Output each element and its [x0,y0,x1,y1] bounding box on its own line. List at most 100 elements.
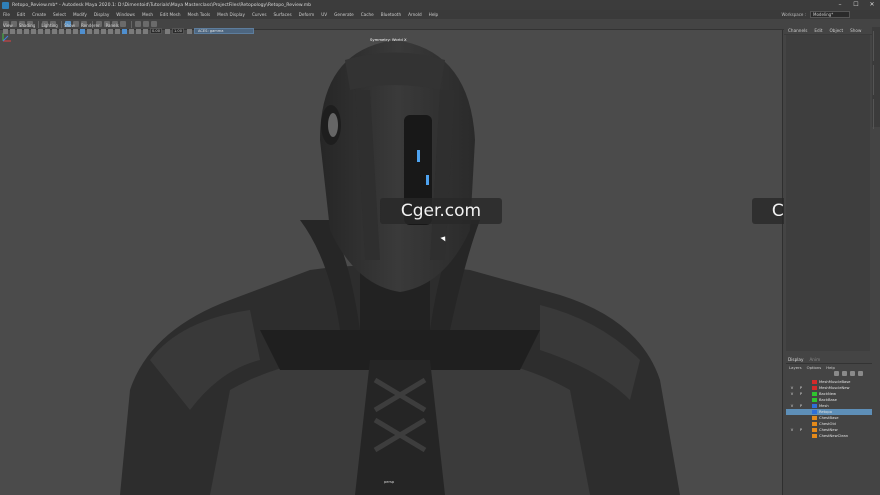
maximize-button[interactable]: ☐ [848,0,864,10]
channel-box[interactable] [786,35,870,351]
layer-menu-options[interactable]: Options [807,365,822,370]
menu-file[interactable]: File [3,12,10,17]
select-camera-icon[interactable] [3,28,8,34]
layer-playback-toggle[interactable]: P [798,386,804,390]
move-layer-up-icon[interactable] [834,371,839,376]
layer-color-swatch[interactable] [812,434,817,438]
layer-color-swatch[interactable] [812,404,817,408]
gamma-icon[interactable] [165,28,170,34]
tab-channel-box[interactable] [873,31,879,61]
view-transform-dropdown[interactable]: ACES: gamma [194,28,254,34]
xray-joints-icon[interactable] [136,28,141,34]
smooth-shade-icon[interactable] [80,28,85,34]
menu-generate[interactable]: Generate [334,12,354,17]
layer-color-swatch[interactable] [812,422,817,426]
layer-color-swatch[interactable] [812,428,817,432]
new-layer-from-selection-icon[interactable] [858,371,863,376]
menu-mesh-tools[interactable]: Mesh Tools [188,12,211,17]
default-material-icon[interactable] [87,28,92,34]
tab-display[interactable]: Display [788,357,803,362]
layer-color-swatch[interactable] [812,392,817,396]
gamma-field[interactable]: 1.00 [172,28,184,34]
layer-editor-menu: Layers Options Help [786,364,872,371]
menu-help[interactable]: Help [429,12,439,17]
menu-mesh[interactable]: Mesh [142,12,153,17]
layer-menu-layers[interactable]: Layers [789,365,802,370]
exposure-field[interactable]: 0.00 [150,28,162,34]
image-plane-icon[interactable] [24,28,29,34]
channel-box-menu: Channels Edit Object Show [784,27,872,35]
layer-color-swatch[interactable] [812,380,817,384]
layer-name: Mesh [819,404,829,408]
gate-mask-icon[interactable] [52,28,57,34]
title-bar: Retopo_Review.mb* - Autodesk Maya 2020.1… [0,0,880,10]
layer-visibility-toggle[interactable]: V [789,392,795,396]
menu-uv[interactable]: UV [321,12,327,17]
layer-visibility-toggle[interactable]: V [789,428,795,432]
channel-box-menu-show[interactable]: Show [850,28,861,33]
menu-edit-mesh[interactable]: Edit Mesh [160,12,180,17]
window-controls: – ☐ ✕ [832,0,880,10]
menu-display[interactable]: Display [94,12,109,17]
resolution-gate-icon[interactable] [45,28,50,34]
menu-arnold[interactable]: Arnold [408,12,422,17]
menu-windows[interactable]: Windows [116,12,135,17]
camera-name-hud: persp [384,480,395,484]
textured-icon[interactable] [94,28,99,34]
workspace-dropdown[interactable]: Modeling* [810,11,850,18]
workspace-selector: Workspace : Modeling* [782,11,850,18]
isolate-select-icon[interactable] [122,28,127,34]
layer-visibility-toggle[interactable]: V [789,386,795,390]
symmetry-hud: Symmetry: World X [370,37,407,42]
channel-box-menu-channels[interactable]: Channels [788,28,807,33]
lights-icon[interactable] [101,28,106,34]
viewport-3d[interactable]: Symmetry: World X persp [0,30,783,495]
safe-action-icon[interactable] [66,28,71,34]
exposure-icon[interactable] [143,28,148,34]
film-gate-icon[interactable] [38,28,43,34]
layer-menu-help[interactable]: Help [826,365,835,370]
menu-cache[interactable]: Cache [361,12,374,17]
layer-playback-toggle[interactable]: P [798,404,804,408]
maya-logo-icon [2,1,9,9]
layer-playback-toggle[interactable]: P [798,392,804,396]
menu-modify[interactable]: Modify [73,12,87,17]
layer-name: Retopo [819,410,832,414]
minimize-button[interactable]: – [832,0,848,10]
menu-edit[interactable]: Edit [17,12,25,17]
menu-curves[interactable]: Curves [252,12,267,17]
ambient-occlusion-icon[interactable] [115,28,120,34]
xray-icon[interactable] [129,28,134,34]
layer-playback-toggle[interactable]: P [798,428,804,432]
menu-mesh-display[interactable]: Mesh Display [217,12,245,17]
layer-color-swatch[interactable] [812,386,817,390]
robot-model-render [120,40,680,495]
move-layer-down-icon[interactable] [842,371,847,376]
wireframe-icon[interactable] [73,28,78,34]
menu-deform[interactable]: Deform [299,12,315,17]
tab-modeling-toolkit[interactable] [873,99,879,129]
layer-color-swatch[interactable] [812,410,817,414]
menu-bluetooth[interactable]: Bluetooth [381,12,401,17]
layer-color-swatch[interactable] [812,416,817,420]
field-chart-icon[interactable] [59,28,64,34]
color-management-icon[interactable] [187,28,192,34]
layer-color-swatch[interactable] [812,398,817,402]
camera-attributes-icon[interactable] [10,28,15,34]
grid-icon[interactable] [31,28,36,34]
channel-box-menu-object[interactable]: Object [829,28,843,33]
layer-row[interactable]: ChestNewClean [786,433,872,439]
tab-attribute-editor[interactable] [873,65,879,95]
menu-create[interactable]: Create [32,12,46,17]
new-empty-layer-icon[interactable] [850,371,855,376]
menu-select[interactable]: Select [53,12,66,17]
menu-surfaces[interactable]: Surfaces [274,12,292,17]
channel-box-menu-edit[interactable]: Edit [814,28,822,33]
bookmark-icon[interactable] [17,28,22,34]
shadows-icon[interactable] [108,28,113,34]
close-button[interactable]: ✕ [864,0,880,10]
window-title: Retopo_Review.mb* - Autodesk Maya 2020.1… [12,2,312,8]
layer-name: ChestNew [819,428,838,432]
tab-anim[interactable]: Anim [809,357,820,362]
layer-visibility-toggle[interactable]: V [789,404,795,408]
